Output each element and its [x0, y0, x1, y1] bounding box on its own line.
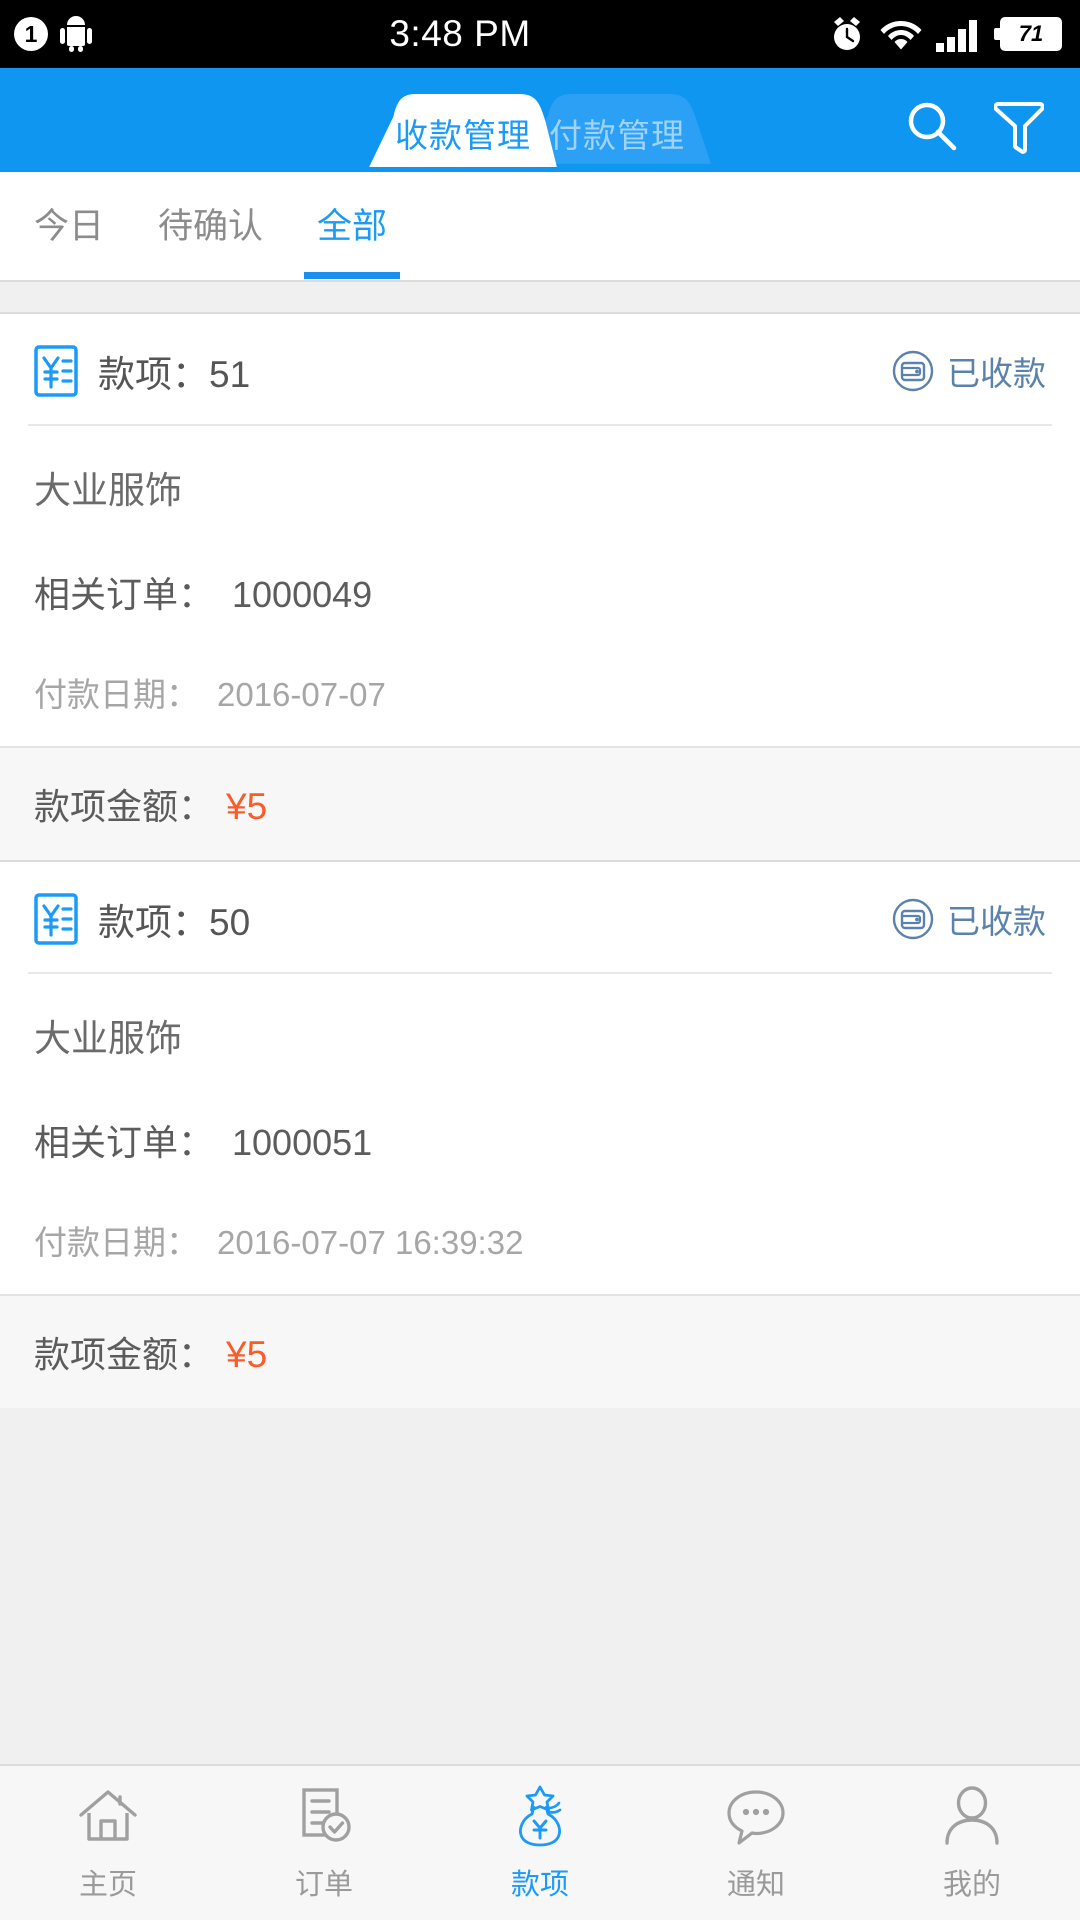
payment-card-body: 大业服饰 相关订单： 1000049 付款日期： 2016-07-07 — [0, 426, 1080, 746]
header-actions — [904, 98, 1044, 154]
subtab-all[interactable]: 全部 — [317, 198, 387, 255]
payment-card-title-group: 款项：51 — [34, 344, 250, 398]
nav-item-notifications[interactable]: 通知 — [648, 1783, 864, 1903]
order-row: 相关订单： 1000049 — [34, 566, 1046, 668]
amount-value: ¥5 — [226, 786, 268, 827]
nav-item-home[interactable]: 主页 — [0, 1783, 216, 1903]
payment-status-badge: 已收款 — [892, 347, 1046, 395]
nav-item-orders[interactable]: 订单 — [216, 1783, 432, 1903]
wifi-icon — [880, 21, 922, 50]
tab-receivables[interactable]: 收款管理 — [369, 94, 557, 172]
date-label: 付款日期： — [34, 676, 199, 713]
order-row: 相关订单： 1000051 — [34, 1114, 1046, 1216]
subtab-pending[interactable]: 待确认 — [158, 198, 263, 255]
segmented-tabs: 收款管理 付款管理 — [369, 94, 711, 172]
payment-list: 款项：51 已收款 大业服饰 相关订单： 1000049 付款日期： 2016-… — [0, 314, 1080, 1764]
alarm-clock-icon — [834, 17, 860, 50]
status-bar-left: 1 — [14, 16, 92, 52]
nav-item-profile[interactable]: 我的 — [864, 1783, 1080, 1903]
app-root: 1 3:48 PM 71 收款管理 付款管理 今日 待确认 全部 款项：51 已… — [0, 0, 1080, 1920]
status-bar-center: 3:48 PM — [92, 13, 828, 55]
nav-label-payments: 款项 — [510, 1869, 569, 1901]
battery-icon: 71 — [994, 17, 1062, 51]
nav-label-orders: 订单 — [294, 1869, 353, 1901]
filter-tabs: 今日 待确认 全部 — [0, 172, 1080, 280]
filter-icon[interactable] — [994, 98, 1044, 154]
payment-status-badge: 已收款 — [892, 895, 1046, 943]
yen-receipt-icon — [34, 893, 78, 945]
amount-bar: 款项金额： ¥5 — [0, 1294, 1080, 1408]
section-separator — [0, 280, 1080, 314]
wallet-circle-icon — [892, 898, 934, 940]
order-label: 相关订单： — [34, 574, 215, 615]
payment-status-text: 已收款 — [947, 903, 1046, 940]
wallet-circle-icon — [892, 350, 934, 392]
order-value: 1000049 — [232, 574, 373, 615]
money-bag-icon — [519, 1785, 562, 1847]
notification-count-badge: 1 — [14, 17, 48, 51]
payment-card-title: 款项：51 — [98, 354, 251, 395]
date-value: 2016-07-07 — [217, 676, 386, 713]
nav-label-profile: 我的 — [942, 1869, 1001, 1901]
status-bar-clock: 3:48 PM — [389, 13, 531, 54]
search-icon[interactable] — [904, 98, 960, 154]
nav-item-payments[interactable]: 款项 — [432, 1783, 648, 1903]
person-icon — [945, 1786, 999, 1845]
payment-card-header: 款项：51 已收款 — [0, 314, 1080, 424]
payment-card-title-group: 款项：50 — [34, 892, 250, 946]
subtab-today[interactable]: 今日 — [34, 198, 104, 255]
amount-label: 款项金额： — [34, 1334, 215, 1375]
date-row: 付款日期： 2016-07-07 — [34, 668, 1046, 724]
order-document-check-icon — [302, 1788, 351, 1842]
payment-status-text: 已收款 — [947, 355, 1046, 392]
payment-card-title: 款项：50 — [98, 902, 251, 943]
home-icon — [79, 1790, 137, 1841]
payment-card-body: 大业服饰 相关订单： 1000051 付款日期： 2016-07-07 16:39:… — [0, 974, 1080, 1294]
date-value: 2016-07-07 16:39:32 — [217, 1224, 524, 1261]
payment-card[interactable]: 款项：51 已收款 大业服饰 相关订单： 1000049 付款日期： 2016-… — [0, 314, 1080, 860]
cellular-signal-icon — [936, 20, 977, 52]
company-name: 大业服饰 — [34, 1018, 182, 1059]
bottom-navigation: 主页 订单 款项 通知 我的 — [0, 1764, 1080, 1920]
date-label: 付款日期： — [34, 1224, 199, 1261]
order-value: 1000051 — [232, 1122, 373, 1163]
date-row: 付款日期： 2016-07-07 16:39:32 — [34, 1216, 1046, 1272]
company-name: 大业服饰 — [34, 470, 182, 511]
nav-label-home: 主页 — [78, 1869, 137, 1901]
nav-label-notifications: 通知 — [726, 1869, 785, 1901]
amount-value: ¥5 — [226, 1334, 268, 1375]
app-header: 收款管理 付款管理 — [0, 68, 1080, 172]
tab-payables-label: 付款管理 — [549, 117, 685, 154]
payment-card[interactable]: 款项：50 已收款 大业服饰 相关订单： 1000051 付款日期： 2016-… — [0, 860, 1080, 1408]
tab-receivables-label: 收款管理 — [395, 117, 531, 154]
amount-label: 款项金额： — [34, 786, 215, 827]
battery-percent: 71 — [1018, 21, 1044, 46]
yen-receipt-icon — [34, 345, 78, 397]
android-robot-icon — [60, 16, 92, 52]
payment-card-header: 款项：50 已收款 — [0, 862, 1080, 972]
status-bar: 1 3:48 PM 71 — [0, 0, 1080, 68]
chat-bubble-icon — [727, 1790, 785, 1845]
status-bar-right: 71 — [828, 15, 1066, 53]
order-label: 相关订单： — [34, 1122, 215, 1163]
amount-bar: 款项金额： ¥5 — [0, 746, 1080, 860]
